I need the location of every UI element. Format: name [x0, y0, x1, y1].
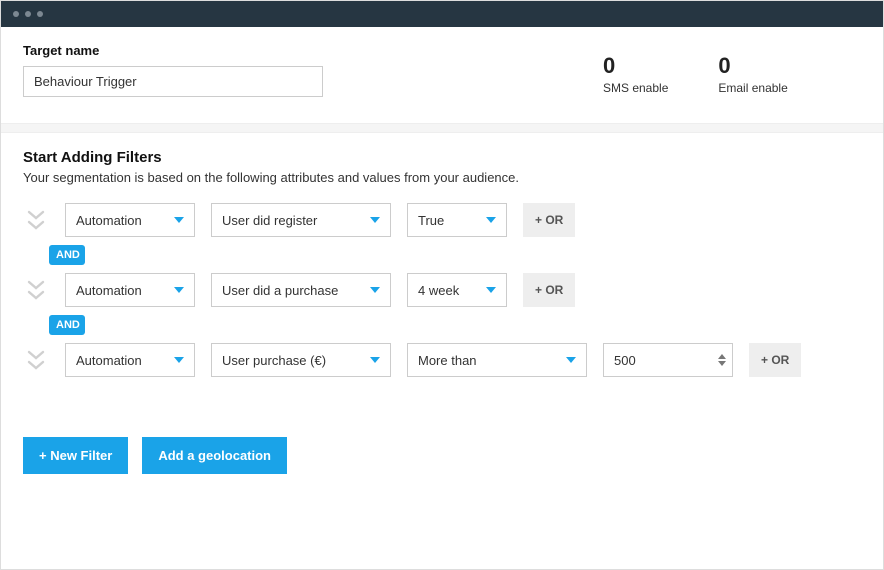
number-steppers[interactable]: [718, 344, 726, 376]
drag-handle-icon[interactable]: [23, 350, 49, 370]
chevron-down-icon: [370, 355, 380, 365]
titlebar: [1, 1, 883, 27]
filters-title: Start Adding Filters: [23, 149, 861, 166]
chevron-down-icon: [486, 285, 496, 295]
filters-subtitle: Your segmentation is based on the follow…: [23, 170, 861, 185]
select-value: User did a purchase: [222, 283, 338, 298]
filter-rule: Automation User purchase (€) More than 5…: [23, 343, 861, 377]
select-value: Automation: [76, 283, 142, 298]
select-value: True: [418, 213, 444, 228]
rule-operator-select[interactable]: More than: [407, 343, 587, 377]
stepper-up-icon[interactable]: [718, 354, 726, 359]
rule-category-select[interactable]: Automation: [65, 273, 195, 307]
filters-panel: Start Adding Filters Your segmentation i…: [1, 133, 883, 569]
stat-email-value: 0: [718, 53, 787, 79]
target-name-label: Target name: [23, 43, 553, 58]
stat-sms-value: 0: [603, 53, 668, 79]
stat-email: 0 Email enable: [718, 53, 787, 107]
rule-value-select[interactable]: 4 week: [407, 273, 507, 307]
rule-number-input[interactable]: 500: [603, 343, 733, 377]
rule-category-select[interactable]: Automation: [65, 343, 195, 377]
stat-sms-label: SMS enable: [603, 81, 668, 95]
target-name-input[interactable]: [23, 66, 323, 97]
chevron-down-icon: [486, 215, 496, 225]
add-or-button[interactable]: + OR: [749, 343, 801, 377]
rule-category-select[interactable]: Automation: [65, 203, 195, 237]
chevron-down-icon: [174, 215, 184, 225]
stats-section: 0 SMS enable 0 Email enable: [583, 27, 883, 123]
filter-rule: Automation User did a purchase 4 week + …: [23, 273, 861, 307]
window-dot: [25, 11, 31, 17]
drag-handle-icon[interactable]: [23, 210, 49, 230]
chevron-down-icon: [370, 215, 380, 225]
stat-email-label: Email enable: [718, 81, 787, 95]
and-connector: AND: [49, 245, 85, 265]
filter-rule: Automation User did register True + OR: [23, 203, 861, 237]
add-or-button[interactable]: + OR: [523, 203, 575, 237]
add-or-button[interactable]: + OR: [523, 273, 575, 307]
chevron-down-icon: [566, 355, 576, 365]
chevron-down-icon: [174, 355, 184, 365]
select-value: Automation: [76, 213, 142, 228]
rule-attribute-select[interactable]: User did a purchase: [211, 273, 391, 307]
select-value: Automation: [76, 353, 142, 368]
window-dot: [37, 11, 43, 17]
window-dot: [13, 11, 19, 17]
chevron-down-icon: [174, 285, 184, 295]
select-value: More than: [418, 353, 477, 368]
top-panel: Target name 0 SMS enable 0 Email enable: [1, 27, 883, 123]
add-geolocation-button[interactable]: Add a geolocation: [142, 437, 287, 474]
select-value: User purchase (€): [222, 353, 326, 368]
select-value: 4 week: [418, 283, 459, 298]
panel-divider: [1, 123, 883, 133]
and-connector: AND: [49, 315, 85, 335]
target-name-section: Target name: [1, 27, 575, 123]
select-value: User did register: [222, 213, 317, 228]
drag-handle-icon[interactable]: [23, 280, 49, 300]
stat-sms: 0 SMS enable: [603, 53, 668, 107]
action-buttons: + New Filter Add a geolocation: [23, 437, 861, 474]
chevron-down-icon: [370, 285, 380, 295]
number-value: 500: [614, 353, 636, 368]
app-window: Target name 0 SMS enable 0 Email enable …: [0, 0, 884, 570]
rule-attribute-select[interactable]: User purchase (€): [211, 343, 391, 377]
stepper-down-icon[interactable]: [718, 361, 726, 366]
new-filter-button[interactable]: + New Filter: [23, 437, 128, 474]
rule-value-select[interactable]: True: [407, 203, 507, 237]
rule-attribute-select[interactable]: User did register: [211, 203, 391, 237]
